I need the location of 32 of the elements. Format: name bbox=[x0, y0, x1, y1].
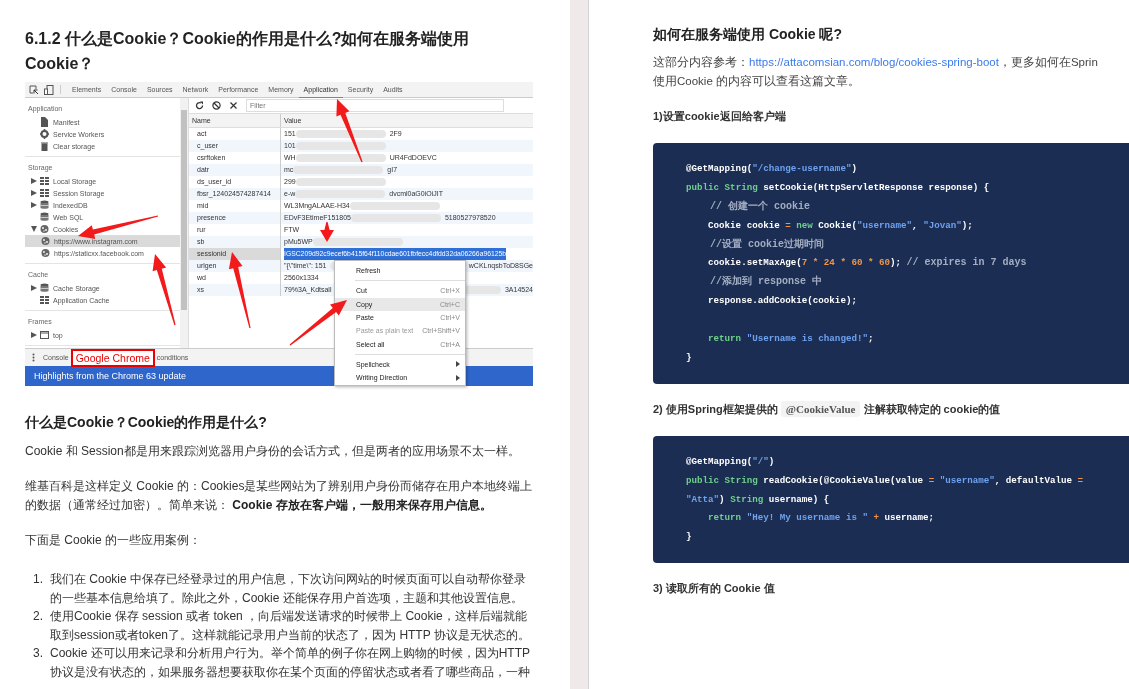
code-line: } bbox=[686, 350, 693, 365]
code-line: Cookie cookie = new Cookie("username", "Jovan"); bbox=[707, 218, 974, 233]
paragraph: 维基百科是这样定义 Cookie 的：Cookies是某些网站为了辨别用户身份而储存在用户本地终端上的数据（通常经过加密）。简单来说： Cookie 存放在客户端，一般用来保存用户信息。 bbox=[25, 478, 533, 514]
code-line: cookie.setMaxAge(7 * 24 * 60 * 60); // expires in 7 days bbox=[707, 256, 1028, 271]
code-line: //设置 cookie过期时间 bbox=[709, 237, 825, 252]
code-line: return "Hey! My username is " + username; bbox=[707, 511, 936, 526]
section-heading: 什么是Cookie？Cookie的作用是什么? bbox=[25, 414, 268, 432]
code-line: response.addCookie(cookie); bbox=[707, 294, 858, 309]
code-line: public String readCookie(@CookieValue(value = "username", defaultValue = bbox=[686, 473, 1084, 488]
callout-label: Google Chrome bbox=[70, 348, 155, 367]
code-line: @GetMapping("/change-username") bbox=[686, 162, 858, 176]
code-line: } bbox=[686, 530, 693, 545]
subheading: 2) 使用Spring框架提供的 @CookieValue 注解获取特定的 cookie的值 bbox=[653, 401, 1002, 417]
list-number: 3. bbox=[32, 645, 44, 662]
article-title: 6.1.2 什么是Cookie？Cookie的作用是什么?如何在服务端使用 Cookie？ bbox=[25, 29, 471, 74]
code-line: return "Username is changed!"; bbox=[707, 332, 875, 346]
list-item-text: 我们在 Cookie 中保存已经登录过的用户信息，下次访问网站的时候页面可以自动帮你登录的一些基本信息给填了。除此之外，Cookie 还能保存用户首选项，主题和其他设置信息。 bbox=[50, 571, 528, 607]
list-number: 1. bbox=[32, 571, 44, 588]
list-number: 2. bbox=[32, 608, 44, 625]
code-line: //添加到 response 中 bbox=[709, 274, 823, 290]
code-line: "Atta") String username) { bbox=[686, 492, 831, 507]
paragraph: Cookie 和 Session都是用来跟踪浏览器用户身份的会话方式，但是两者的应用场景不太一样。 bbox=[25, 443, 521, 460]
code-line: @GetMapping("/") bbox=[686, 454, 776, 469]
code-line: // 创建一个 cookie bbox=[709, 199, 811, 214]
list-item-text: Cookie 还可以用来记录和分析用户行为。举个简单的例子你在网上购物的时候，因为HTTP协议是没有状态的，如果服务器想要获取你在某个页面的停留状态或者看了哪些商品，一种 bbox=[50, 645, 532, 681]
list-item-text: 使用Cookie 保存 session 或者 token ，向后端发送请求的时候带上 Cookie，这样后端就能取到session或者token了。这样就能记录用户当前的状态了，因为 HTTP 协议是无状态的。 bbox=[50, 608, 531, 644]
paragraph: 这部分内容参考：https://attacomsian.com/blog/cookies-spring-boot，更多如何在Sprin 使用Cookie 的内容可以查看这篇文章。 bbox=[653, 55, 1099, 89]
section-heading: 如何在服务端使用 Cookie 呢? bbox=[653, 26, 843, 44]
paragraph: 下面是 Cookie 的一些应用案例： bbox=[25, 532, 203, 549]
subheading: 1)设置cookie返回给客户端 bbox=[653, 109, 787, 124]
subheading: 3) 读取所有的 Cookie 值 bbox=[653, 581, 776, 597]
code-line: public String setCookie(HttpServletResponse response) { bbox=[686, 180, 991, 195]
